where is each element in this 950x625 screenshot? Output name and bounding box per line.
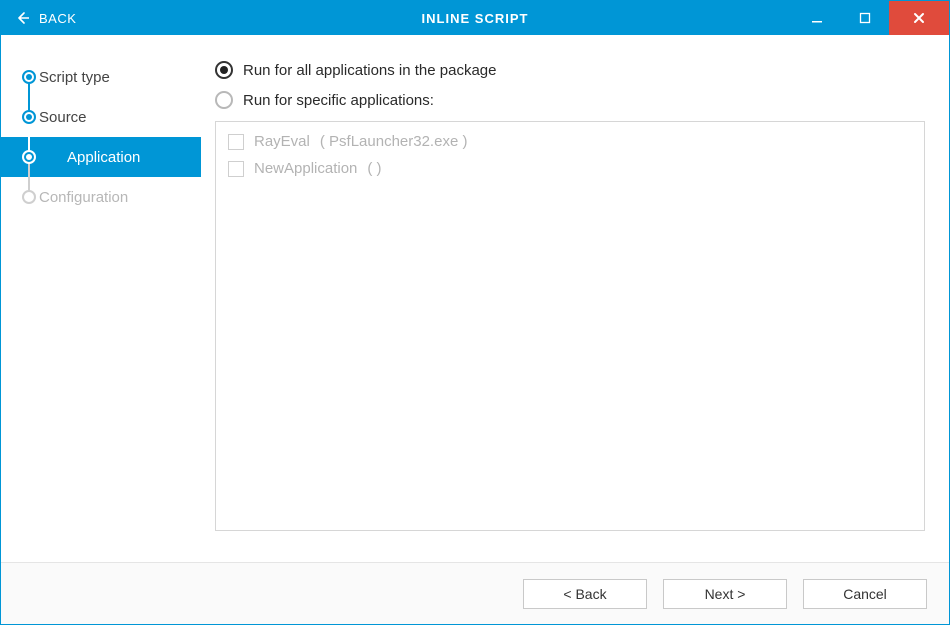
cancel-button[interactable]: Cancel <box>803 579 927 609</box>
radio-run-specific[interactable]: Run for specific applications: <box>215 85 925 115</box>
back-label: BACK <box>39 11 76 26</box>
application-name: NewApplication <box>254 160 357 177</box>
back-arrow-icon <box>15 11 29 25</box>
radio-run-all[interactable]: Run for all applications in the package <box>215 55 925 85</box>
back-button[interactable]: BACK <box>1 1 76 35</box>
step-bullet-icon <box>22 150 36 164</box>
titlebar: BACK INLINE SCRIPT <box>1 1 949 35</box>
radio-label: Run for all applications in the package <box>243 62 497 79</box>
window: BACK INLINE SCRIPT Script type <box>0 0 950 625</box>
step-label: Script type <box>29 69 110 86</box>
wizard-sidebar: Script type Source Application Configura… <box>1 35 201 562</box>
step-source[interactable]: Source <box>29 97 201 137</box>
application-name: RayEval <box>254 133 310 150</box>
footer: < Back Next > Cancel <box>1 562 949 624</box>
step-label: Configuration <box>29 189 128 206</box>
step-label: Application <box>29 149 140 166</box>
radio-icon <box>215 91 233 109</box>
step-bullet-icon <box>22 110 36 124</box>
application-detail: ( PsfLauncher32.exe ) <box>320 133 468 150</box>
checkbox-icon[interactable] <box>228 134 244 150</box>
application-item[interactable]: NewApplication ( ) <box>224 155 916 182</box>
step-label: Source <box>29 109 87 126</box>
step-bullet-icon <box>22 70 36 84</box>
radio-icon <box>215 61 233 79</box>
application-detail: ( ) <box>367 160 381 177</box>
maximize-button[interactable] <box>841 1 889 35</box>
step-application[interactable]: Application <box>1 137 201 177</box>
minimize-button[interactable] <box>793 1 841 35</box>
window-title: INLINE SCRIPT <box>422 11 529 26</box>
main-panel: Run for all applications in the package … <box>201 35 949 562</box>
step-configuration[interactable]: Configuration <box>29 177 201 217</box>
step-bullet-icon <box>22 190 36 204</box>
back-wizard-button[interactable]: < Back <box>523 579 647 609</box>
wizard-steps: Script type Source Application Configura… <box>1 57 201 217</box>
close-button[interactable] <box>889 1 949 35</box>
application-item[interactable]: RayEval ( PsfLauncher32.exe ) <box>224 128 916 155</box>
window-controls <box>793 1 949 35</box>
radio-label: Run for specific applications: <box>243 92 434 109</box>
application-list: RayEval ( PsfLauncher32.exe ) NewApplica… <box>215 121 925 531</box>
next-wizard-button[interactable]: Next > <box>663 579 787 609</box>
body: Script type Source Application Configura… <box>1 35 949 562</box>
checkbox-icon[interactable] <box>228 161 244 177</box>
step-script-type[interactable]: Script type <box>29 57 201 97</box>
